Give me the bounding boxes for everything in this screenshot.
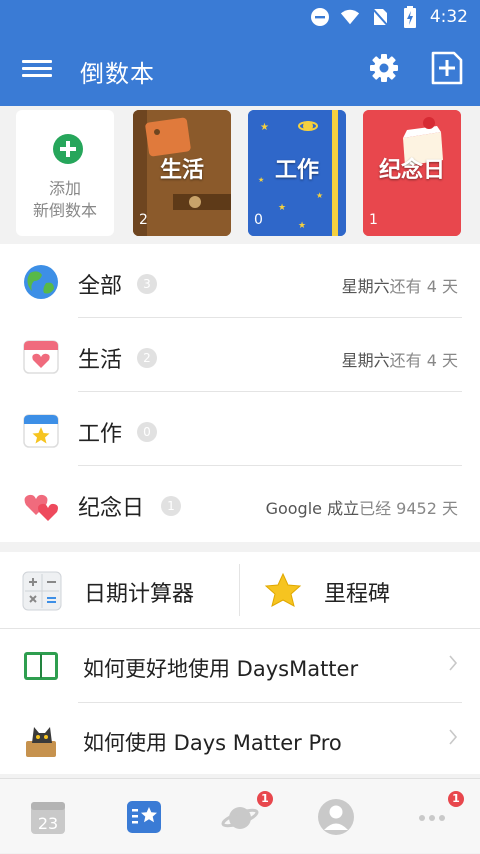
category-row-life[interactable]: 生活 2 星期六还有 4 天 [0, 318, 480, 392]
do-not-disturb-icon [310, 7, 330, 27]
help-text: 如何更好地使用 DaysMatter [83, 657, 359, 681]
book-card-life[interactable]: 生活 2 [133, 110, 231, 236]
notification-badge: 1 [448, 791, 464, 807]
status-bar: 4:32 [0, 0, 480, 34]
menu-icon[interactable] [22, 56, 52, 84]
category-next-event: Google 成立已经 9452 天 [265, 499, 458, 518]
category-name: 生活 [78, 348, 123, 373]
svg-text:★: ★ [316, 191, 323, 200]
app-bar: 倒数本 [0, 34, 480, 106]
category-next-event: 星期六还有 4 天 [341, 351, 458, 370]
date-calculator-button[interactable]: 日期计算器 [0, 552, 239, 628]
nav-list[interactable] [96, 779, 192, 854]
book-count: 1 [369, 212, 378, 228]
heart-calendar-icon [23, 340, 59, 374]
gear-icon[interactable] [368, 52, 400, 84]
more-icon [419, 815, 445, 821]
book-label: 纪念日 [378, 158, 445, 183]
category-name: 全部 [78, 274, 123, 299]
calendar-23-icon: 23 [31, 802, 65, 834]
star-calendar-icon [23, 414, 59, 448]
book-icon [24, 652, 58, 680]
page-title: 倒数本 [80, 60, 155, 88]
help-text: 如何使用 Days Matter Pro [83, 731, 342, 755]
battery-charging-icon [400, 6, 420, 28]
tool-label: 日期计算器 [84, 582, 195, 607]
book-card-work[interactable]: ★ ★ ★ ★ ★ 工作 0 [248, 110, 346, 236]
nav-profile[interactable] [288, 779, 384, 854]
hearts-icon [24, 494, 58, 521]
nav-discover[interactable]: 1 [192, 779, 288, 854]
category-name: 工作 [78, 422, 123, 447]
count-badge: 3 [137, 274, 157, 294]
help-row-pro[interactable]: 如何使用 Days Matter Pro [0, 703, 480, 776]
wifi-icon [340, 7, 360, 27]
chevron-right-icon [449, 729, 458, 745]
book-count: 0 [254, 212, 263, 228]
count-badge: 2 [137, 348, 157, 368]
book-carousel: 添加 新倒数本 生活 2 ★ ★ ★ ★ ★ 工作 0 纪念日 1 [0, 106, 480, 244]
count-badge: 0 [137, 422, 157, 442]
planet-icon [221, 807, 259, 829]
no-sim-icon [370, 7, 390, 27]
category-row-anniversary[interactable]: 纪念日 1 Google 成立已经 9452 天 [0, 466, 480, 540]
globe-icon [24, 265, 58, 299]
starred-list-icon [127, 801, 161, 833]
help-row-usage[interactable]: 如何更好地使用 DaysMatter [0, 629, 480, 702]
book-label: 生活 [159, 158, 204, 183]
tools-section: 日期计算器 里程碑 如何更好地使用 DaysMatter 如何使用 Days M… [0, 552, 480, 774]
book-card-anniversary[interactable]: 纪念日 1 [363, 110, 461, 236]
category-name: 纪念日 [78, 496, 145, 521]
star-icon [264, 572, 302, 607]
add-book-label: 添加 新倒数本 [32, 179, 97, 220]
chevron-right-icon [449, 655, 458, 671]
book-count: 2 [139, 212, 148, 228]
category-row-work[interactable]: 工作 0 [0, 392, 480, 466]
bottom-nav: 23 1 1 [0, 778, 480, 853]
svg-text:23: 23 [38, 814, 58, 833]
svg-text:★: ★ [260, 122, 269, 133]
cat-icon [26, 727, 56, 757]
add-circle-icon [53, 134, 83, 164]
add-book-card[interactable]: 添加 新倒数本 [16, 110, 114, 236]
milestone-button[interactable]: 里程碑 [240, 552, 480, 628]
nav-more[interactable]: 1 [384, 779, 480, 854]
clock-time: 4:32 [429, 7, 468, 27]
nav-calendar[interactable]: 23 [0, 779, 96, 854]
avatar-icon [318, 799, 354, 835]
category-list: 全部 3 星期六还有 4 天 生活 2 星期六还有 4 天 工作 0 纪念日 1… [0, 244, 480, 542]
count-badge: 1 [161, 496, 181, 516]
add-book-icon[interactable] [430, 50, 464, 86]
svg-text:★: ★ [278, 203, 286, 213]
tool-label: 里程碑 [324, 582, 391, 607]
calculator-icon [22, 571, 62, 611]
category-row-all[interactable]: 全部 3 星期六还有 4 天 [0, 244, 480, 318]
notification-badge: 1 [257, 791, 273, 807]
category-next-event: 星期六还有 4 天 [341, 277, 458, 296]
svg-text:★: ★ [298, 221, 306, 231]
book-label: 工作 [274, 158, 319, 183]
